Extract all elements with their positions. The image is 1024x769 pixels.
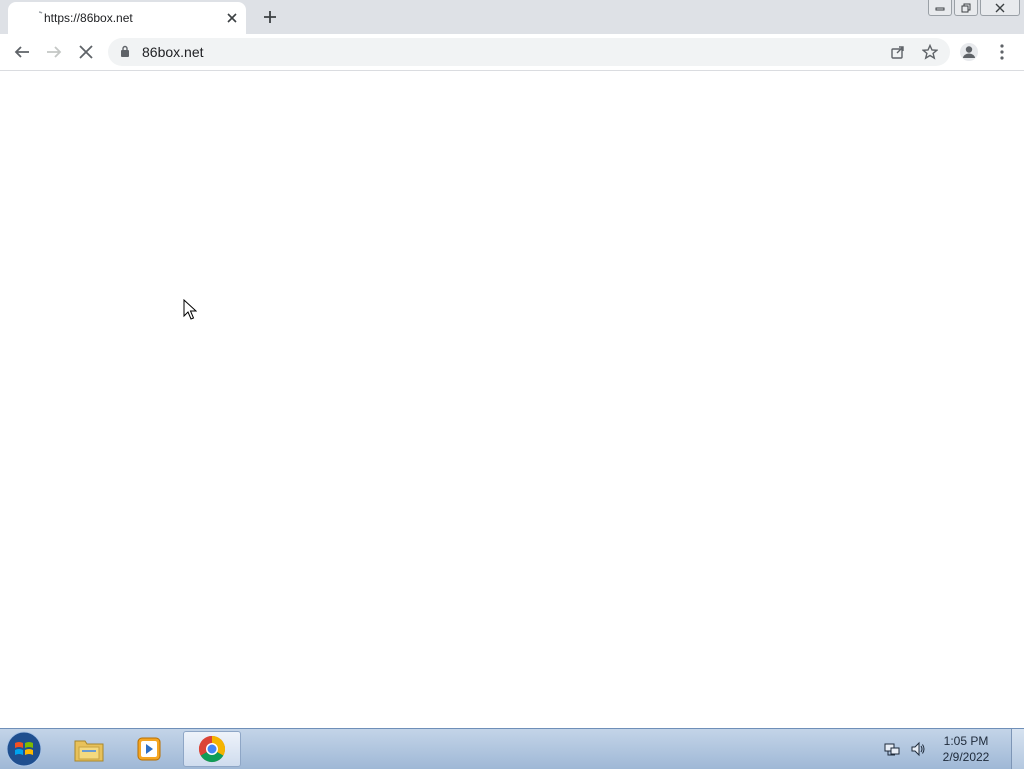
new-tab-button[interactable]	[259, 6, 281, 28]
browser-toolbar: 86box.net	[0, 34, 1024, 71]
profile-button[interactable]	[955, 38, 983, 66]
share-icon[interactable]	[890, 44, 906, 63]
star-icon[interactable]	[921, 43, 939, 63]
stop-loading-icon	[79, 45, 93, 59]
arrow-left-icon	[14, 46, 29, 58]
tab-title: https://86box.net	[44, 11, 133, 25]
restore-icon	[961, 3, 971, 12]
web-page-content[interactable]	[0, 71, 1024, 728]
address-bar[interactable]: 86box.net	[108, 38, 950, 66]
stop-button[interactable]	[72, 38, 100, 66]
tab-strip: https://86box.net	[0, 0, 1024, 34]
taskbar-chrome[interactable]	[183, 731, 241, 767]
plus-icon	[264, 11, 276, 23]
media-player-icon	[137, 737, 161, 761]
url-text[interactable]: 86box.net	[142, 44, 204, 60]
minimize-icon	[935, 7, 945, 10]
restore-button[interactable]	[954, 0, 978, 16]
mouse-pointer-icon	[183, 299, 197, 320]
forward-button[interactable]	[40, 38, 68, 66]
kebab-menu-icon	[1000, 44, 1004, 60]
system-clock[interactable]: 1:05 PM 2/9/2022	[935, 733, 997, 765]
show-desktop-button[interactable]	[1011, 729, 1024, 769]
browser-tab[interactable]: https://86box.net	[8, 2, 246, 34]
clock-time: 1:05 PM	[943, 734, 989, 748]
window-controls	[926, 0, 1020, 18]
back-button[interactable]	[8, 38, 36, 66]
network-icon[interactable]	[883, 740, 901, 758]
clock-date: 2/9/2022	[942, 750, 990, 764]
lock-icon[interactable]	[120, 45, 130, 61]
window-close-button[interactable]	[980, 0, 1020, 16]
chrome-icon	[198, 735, 226, 763]
start-button[interactable]	[4, 730, 44, 768]
taskbar-file-explorer[interactable]	[60, 731, 118, 767]
close-icon	[995, 3, 1005, 12]
menu-button[interactable]	[988, 38, 1016, 66]
minimize-button[interactable]	[928, 0, 952, 16]
folder-icon	[74, 740, 104, 762]
arrow-right-icon	[47, 46, 62, 58]
taskbar: 1:05 PM 2/9/2022	[0, 728, 1024, 769]
close-icon[interactable]	[224, 10, 240, 26]
speaker-icon[interactable]	[909, 740, 927, 758]
profile-icon	[960, 43, 978, 61]
taskbar-media-player[interactable]	[120, 731, 178, 767]
system-tray: 1:05 PM 2/9/2022	[883, 729, 1024, 769]
windows-start-icon	[6, 731, 42, 767]
